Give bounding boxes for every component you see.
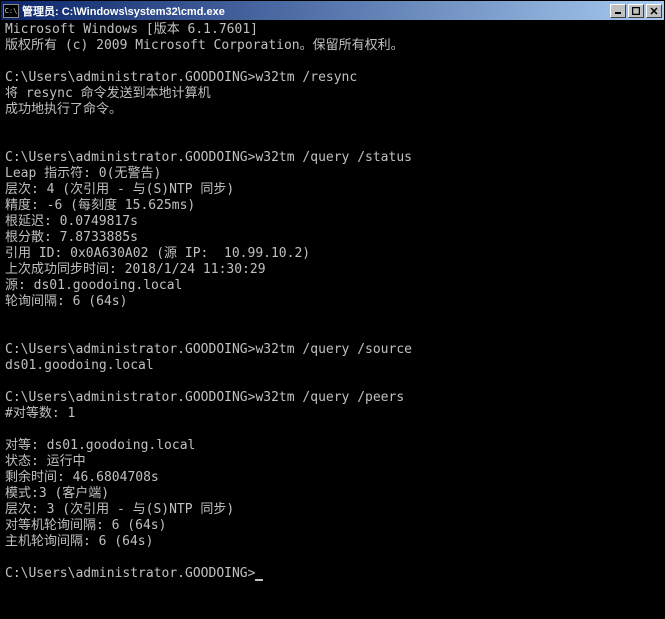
terminal-line: 模式:3 (客户端) [5,486,660,502]
terminal-line: 成功地执行了命令。 [5,102,660,118]
terminal-line: 版权所有 (c) 2009 Microsoft Corporation。保留所有… [5,38,660,54]
terminal-line: 源: ds01.goodoing.local [5,278,660,294]
terminal-line: 轮询间隔: 6 (64s) [5,294,660,310]
terminal-line [5,118,660,134]
terminal-output[interactable]: Microsoft Windows [版本 6.1.7601]版权所有 (c) … [1,20,664,618]
terminal-line: #对等数: 1 [5,406,660,422]
terminal-line: C:\Users\administrator.GOODOING>w32tm /q… [5,390,660,406]
terminal-line: 剩余时间: 46.6804708s [5,470,660,486]
terminal-line: C:\Users\administrator.GOODOING>w32tm /q… [5,150,660,166]
maximize-button[interactable] [628,4,644,18]
terminal-line: 根延迟: 0.0749817s [5,214,660,230]
terminal-line [5,422,660,438]
terminal-line: 主机轮询间隔: 6 (64s) [5,534,660,550]
terminal-line: 引用 ID: 0x0A630A02 (源 IP: 10.99.10.2) [5,246,660,262]
terminal-line: 状态: 运行中 [5,454,660,470]
terminal-line: Leap 指示符: 0(无警告) [5,166,660,182]
terminal-line: 根分散: 7.8733885s [5,230,660,246]
terminal-line: C:\Users\administrator.GOODOING>w32tm /q… [5,342,660,358]
window-controls [608,4,662,18]
cmd-icon: C:\ [3,4,19,18]
terminal-line [5,134,660,150]
terminal-line [5,54,660,70]
terminal-line: 上次成功同步时间: 2018/1/24 11:30:29 [5,262,660,278]
terminal-line: 层次: 3 (次引用 - 与(S)NTP 同步) [5,502,660,518]
terminal-line [5,326,660,342]
terminal-line: 对等机轮询间隔: 6 (64s) [5,518,660,534]
terminal-line: Microsoft Windows [版本 6.1.7601] [5,22,660,38]
cmd-window: C:\ 管理员: C:\Windows\system32\cmd.exe Mic… [0,0,665,619]
terminal-line [5,310,660,326]
titlebar[interactable]: C:\ 管理员: C:\Windows\system32\cmd.exe [1,1,664,20]
window-title: 管理员: C:\Windows\system32\cmd.exe [22,3,608,19]
terminal-line: ds01.goodoing.local [5,358,660,374]
minimize-button[interactable] [610,4,626,18]
terminal-line [5,374,660,390]
cursor [255,579,263,581]
terminal-line: 对等: ds01.goodoing.local [5,438,660,454]
terminal-line: 将 resync 命令发送到本地计算机 [5,86,660,102]
close-button[interactable] [646,4,662,18]
terminal-line: 精度: -6 (每刻度 15.625ms) [5,198,660,214]
terminal-line: C:\Users\administrator.GOODOING>w32tm /r… [5,70,660,86]
terminal-line: C:\Users\administrator.GOODOING> [5,566,660,582]
terminal-line: 层次: 4 (次引用 - 与(S)NTP 同步) [5,182,660,198]
terminal-line [5,550,660,566]
